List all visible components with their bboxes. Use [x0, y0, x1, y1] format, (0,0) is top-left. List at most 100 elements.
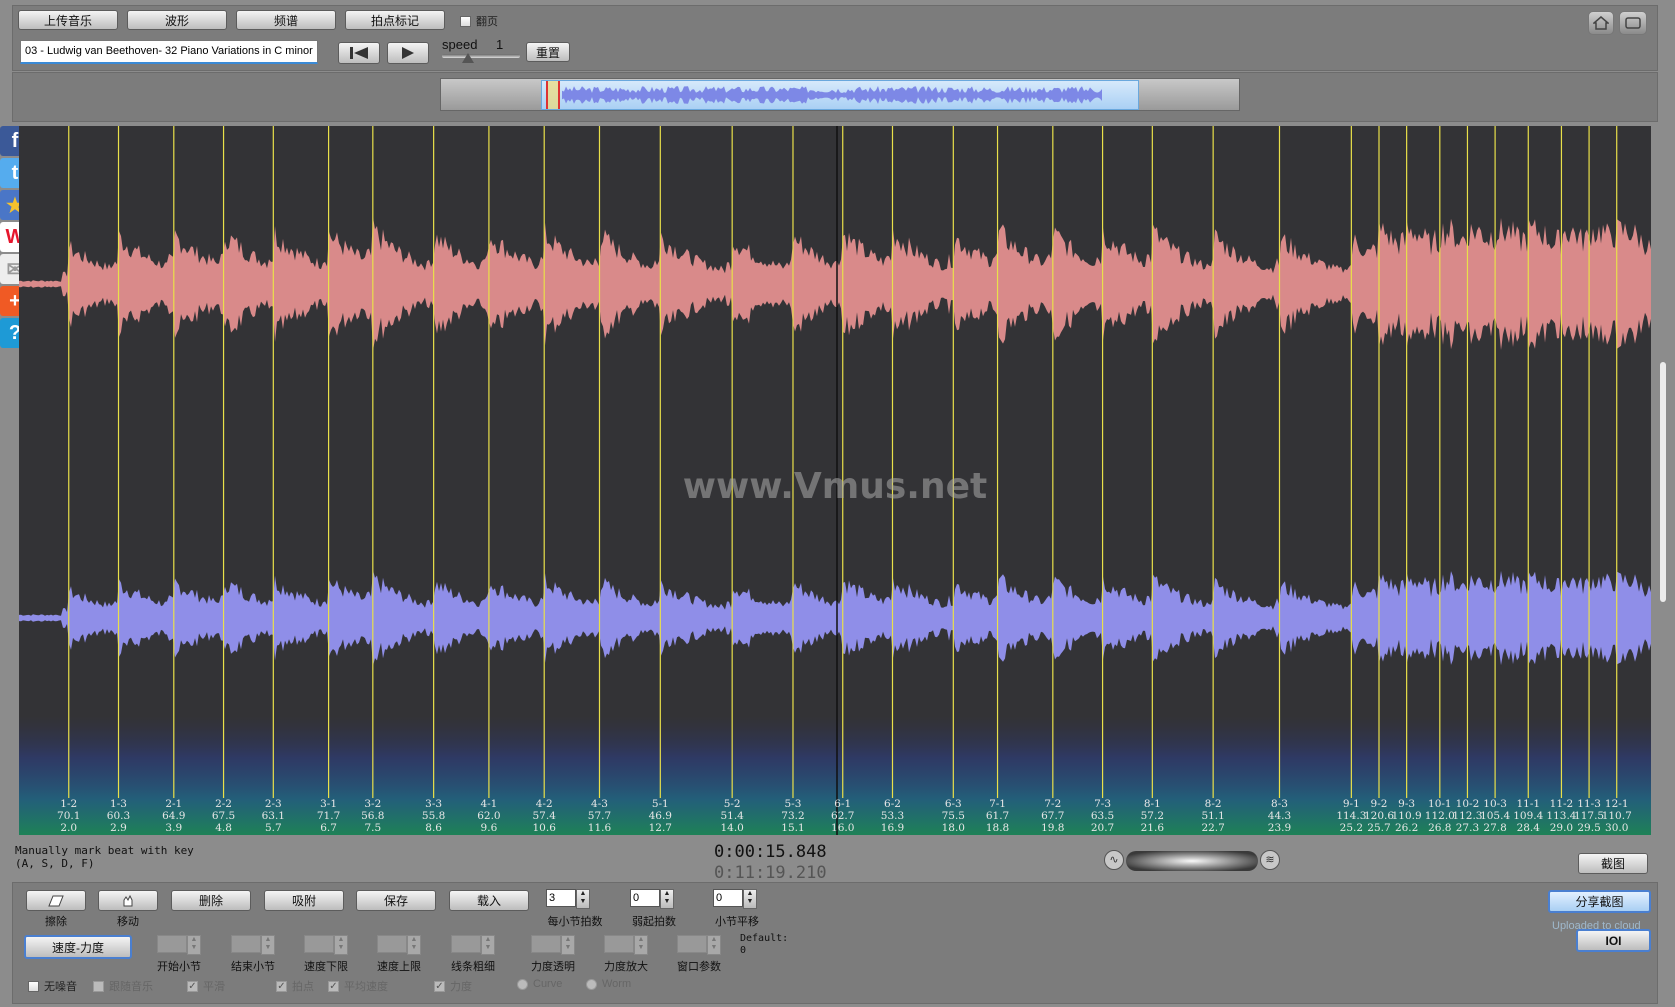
beat-tempo: 73.2: [781, 810, 805, 822]
beat-label: 2-2 67.5 4.8: [204, 798, 244, 834]
beat-tempo: 63.5: [1090, 810, 1115, 822]
bar-shift-stepper[interactable]: 0 ▲ ▼: [713, 889, 757, 909]
delete-button[interactable]: 删除: [171, 890, 251, 911]
beat-time: 3.9: [165, 822, 183, 834]
beat-time: 23.9: [1267, 822, 1292, 834]
curve-label: Curve: [533, 978, 563, 990]
play-icon: [402, 47, 414, 59]
beat-time: 22.7: [1201, 822, 1225, 834]
dynamics-opacity-input: [531, 935, 561, 953]
play-button[interactable]: [387, 42, 429, 64]
stepper-arrows: ▲ ▼: [261, 935, 275, 955]
beat-tempo: 110.7: [1601, 810, 1632, 822]
waveform-spectrogram-view[interactable]: www.Vmus.net 1-2 70.1 2.0 1-3 60.3 2.9 2-1 64.9…: [19, 126, 1651, 835]
zoom-control[interactable]: ∿ ≋: [1104, 850, 1280, 872]
overview-track[interactable]: [440, 78, 1240, 111]
screenshot-button[interactable]: 截图: [1578, 853, 1648, 874]
snap-button[interactable]: 吸附: [264, 890, 344, 911]
beat-label: 1-3: [110, 798, 127, 810]
speed-max-input: [377, 935, 407, 953]
waveform-button[interactable]: 波形: [127, 10, 227, 30]
avg-speed-label: 平均速度: [344, 981, 388, 993]
beat-label: 3-1: [320, 798, 338, 810]
page-flip-checkbox[interactable]: 翻页: [460, 13, 498, 29]
fullscreen-button[interactable]: [1619, 11, 1647, 35]
beat-tempo: 46.9: [648, 810, 672, 822]
stepper-arrows[interactable]: ▲ ▼: [660, 889, 674, 909]
upload-music-button[interactable]: 上传音乐: [18, 10, 118, 30]
total-time-readout: 0:11:19.210: [714, 863, 827, 883]
checkbox-box: ✓: [276, 980, 287, 992]
pickup-beats-input[interactable]: 0: [630, 889, 660, 907]
beat-label: 2-1 64.9 3.9: [154, 798, 194, 834]
vertical-scroll-handle[interactable]: [1660, 362, 1666, 602]
speed-slider-thumb[interactable]: [462, 53, 474, 63]
no-noise-checkbox[interactable]: 无噪音: [28, 978, 77, 994]
beat-label: 3-3: [425, 798, 443, 810]
file-name-field[interactable]: 03 - Ludwig van Beethoven- 32 Piano Vari…: [20, 40, 318, 64]
speed-max-label: 速度上限: [377, 961, 421, 973]
beat-label: 8-2: [1204, 798, 1222, 810]
beat-label: 2-3: [264, 798, 282, 810]
checkbox-box[interactable]: [460, 15, 471, 27]
pickup-beats-stepper[interactable]: 0 ▲ ▼: [630, 889, 674, 909]
erase-button[interactable]: [26, 890, 86, 911]
beat-time: 30.0: [1605, 822, 1629, 834]
dynamics-opacity-stepper: ▲ ▼: [531, 935, 575, 955]
beat-tempo: 64.9: [162, 810, 186, 822]
beat-tempo: 60.3: [106, 810, 131, 822]
zoom-in-icon[interactable]: ≋: [1260, 850, 1280, 870]
beats-per-bar-stepper[interactable]: 3 ▲ ▼: [546, 889, 590, 909]
beat-tempo: 53.3: [880, 810, 905, 822]
move-button[interactable]: [98, 890, 158, 911]
beat-tempo: 67.5: [211, 810, 236, 822]
stepper-arrows[interactable]: ▲ ▼: [576, 889, 590, 909]
speed-slider[interactable]: [442, 53, 520, 63]
beat-label: 6-3 75.5 18.0: [933, 798, 973, 834]
beat-time: 5.7: [264, 822, 282, 834]
beat-label: 7-3 63.5 20.7: [1083, 798, 1123, 834]
beat-label: 4-2: [535, 798, 553, 810]
overview-waveform: [562, 86, 1102, 104]
home-button[interactable]: [1588, 11, 1614, 35]
beat-label: 2-3 63.1 5.7: [253, 798, 293, 834]
load-button[interactable]: 载入: [449, 890, 529, 911]
tempo-dynamics-button[interactable]: 速度-力度: [24, 935, 132, 959]
stepper-arrows[interactable]: ▲ ▼: [743, 889, 757, 909]
bar-shift-input[interactable]: 0: [713, 889, 743, 907]
beat-time: 18.0: [941, 822, 965, 834]
stepper-arrows: ▲ ▼: [561, 935, 575, 955]
playhead-marker[interactable]: [546, 81, 560, 109]
keyboard-hint: Manually mark beat with key (A, S, D, F): [15, 844, 194, 870]
beat-tempo: 71.7: [316, 810, 341, 822]
checkbox-box: ✓: [434, 980, 445, 992]
start-bar-stepper: ▲ ▼: [157, 935, 201, 955]
beats-per-bar-input[interactable]: 3: [546, 889, 576, 907]
window-param-input: [677, 935, 707, 953]
zoom-slider[interactable]: [1126, 851, 1258, 871]
zoom-out-icon[interactable]: ∿: [1104, 850, 1124, 870]
file-name-text: 03 - Ludwig van Beethoven- 32 Piano Vari…: [25, 45, 313, 57]
beat-mark-button[interactable]: 拍点标记: [345, 10, 445, 30]
overview-selection-window[interactable]: [541, 80, 1139, 110]
beat-label: 3-3 55.8 8.6: [414, 798, 454, 834]
share-screenshot-button[interactable]: 分享截图: [1548, 890, 1651, 913]
ioi-button[interactable]: IOI: [1576, 929, 1651, 952]
default-info: Default: 0: [740, 933, 788, 957]
beat-label: 2-1: [165, 798, 183, 810]
checkbox-box[interactable]: [28, 980, 39, 992]
beat-label: 4-1 62.0 9.6: [469, 798, 509, 834]
beat-tempo: 55.8: [421, 810, 446, 822]
speed-min-input: [304, 935, 334, 953]
beat-label: 5-2 51.4 14.0: [712, 798, 752, 834]
keyboard-hint-line2: (A, S, D, F): [15, 857, 95, 870]
beats-per-bar-label: 每小节拍数: [547, 916, 603, 928]
save-button[interactable]: 保存: [356, 890, 436, 911]
beat-time: 12.7: [648, 822, 672, 834]
erase-label: 擦除: [45, 916, 67, 928]
reset-button[interactable]: 重置: [526, 42, 570, 62]
skip-back-icon: [350, 47, 368, 59]
pickup-beats-label: 弱起拍数: [632, 916, 676, 928]
spectrum-button[interactable]: 频谱: [236, 10, 336, 30]
skip-back-button[interactable]: [338, 42, 380, 64]
